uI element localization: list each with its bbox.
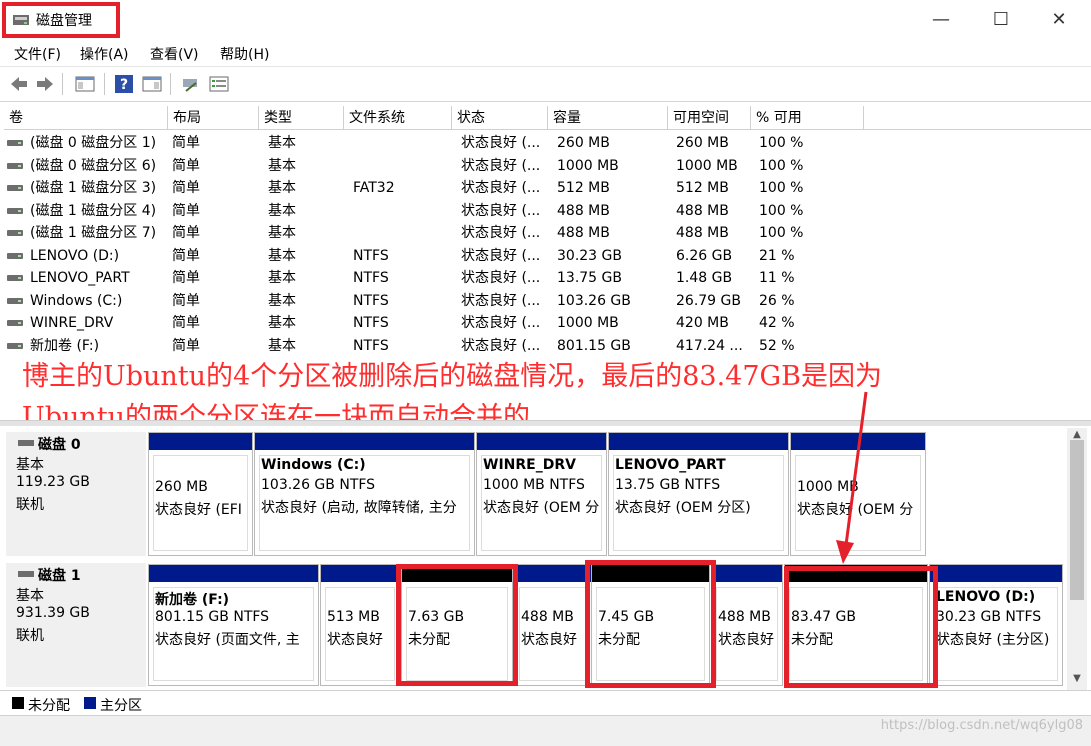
annotation-arrow: [836, 391, 868, 564]
